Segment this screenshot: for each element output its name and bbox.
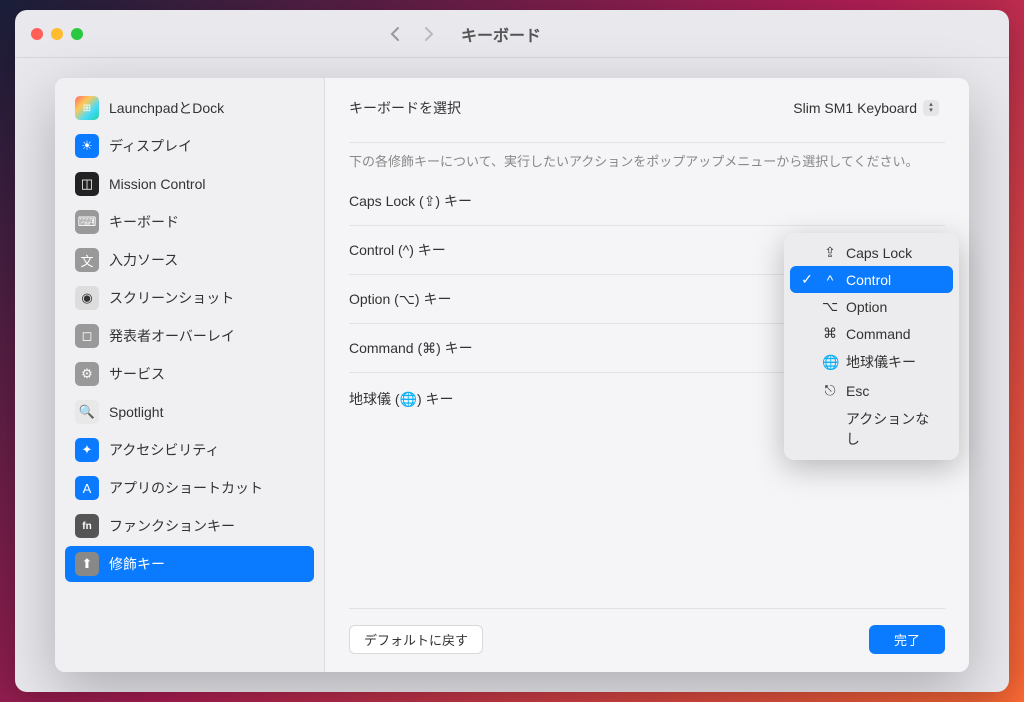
bottom-bar: デフォルトに戻す 完了 [349,608,945,654]
sidebar-item-label: 発表者オーバーレイ [109,326,235,346]
display-icon: ☀ [75,134,99,158]
sidebar-item-label: ファンクションキー [109,516,235,536]
sidebar-item-launchpad[interactable]: ⊞ LaunchpadとDock [65,90,314,126]
sidebar-item-label: アクセシビリティ [109,440,219,460]
spotlight-icon: 🔍 [75,400,99,424]
sidebar-item-label: 入力ソース [109,250,178,270]
traffic-lights [31,28,83,40]
window-title: キーボード [461,22,541,46]
input-source-icon: 文 [75,248,99,272]
sidebar-item-label: Mission Control [109,176,205,192]
popup-item-no-action[interactable]: アクションなし [790,404,953,454]
sidebar-item-label: アプリのショートカット [109,478,263,498]
mission-control-icon: ◫ [75,172,99,196]
sidebar-item-presenter-overlay[interactable]: ◻ 発表者オーバーレイ [65,318,314,354]
capslock-label: Caps Lock (⇪) キー [349,191,945,211]
command-symbol-icon: ⌘ [822,325,838,342]
sidebar-item-services[interactable]: ⚙ サービス [65,356,314,392]
sidebar-item-modifier-keys[interactable]: ⬆ 修飾キー [65,546,314,582]
esc-symbol-icon: ⎋ [822,382,838,399]
chevron-left-icon [390,26,400,42]
services-icon: ⚙ [75,362,99,386]
chevron-right-icon [424,26,434,42]
sidebar-item-spotlight[interactable]: 🔍 Spotlight [65,394,314,430]
help-text: 下の各修飾キーについて、実行したいアクションをポップアップメニューから選択してく… [349,143,945,177]
popup-item-label: Command [846,326,911,342]
control-symbol-icon: ^ [822,272,838,288]
modifier-key-icon: ⬆ [75,552,99,576]
sidebar: ⊞ LaunchpadとDock ☀ ディスプレイ ◫ Mission Cont… [55,78,325,672]
sidebar-item-function-keys[interactable]: fn ファンクションキー [65,508,314,544]
popup-item-label: Esc [846,383,869,399]
sidebar-item-label: ディスプレイ [109,136,192,156]
sidebar-item-screenshot[interactable]: ◉ スクリーンショット [65,280,314,316]
popup-item-label: アクションなし [846,409,943,449]
sidebar-item-label: Spotlight [109,404,163,420]
sidebar-item-label: スクリーンショット [109,288,234,308]
content-area: キーボードを選択 Slim SM1 Keyboard ▴▾ 下の各修飾キーについ… [325,78,969,672]
chevron-up-down-icon: ▴▾ [923,100,939,116]
reset-defaults-button[interactable]: デフォルトに戻す [349,625,483,654]
popup-item-esc[interactable]: ⎋ Esc [790,377,953,404]
sidebar-item-label: キーボード [109,212,179,232]
screenshot-icon: ◉ [75,286,99,310]
globe-symbol-icon: 🌐 [822,354,838,371]
popup-item-label: Option [846,299,887,315]
minimize-window-icon[interactable] [51,28,63,40]
close-window-icon[interactable] [31,28,43,40]
popup-item-label: Control [846,272,891,288]
presenter-icon: ◻ [75,324,99,348]
popup-item-label: 地球儀キー [846,352,916,372]
forward-button[interactable] [415,20,443,48]
settings-window: キーボード ⊞ LaunchpadとDock ☀ ディスプレイ ◫ Missio… [15,10,1009,692]
sidebar-item-label: サービス [109,364,165,384]
popup-item-option[interactable]: ⌥ Option [790,293,953,320]
titlebar: キーボード [15,10,1009,58]
nav-arrows [381,20,443,48]
app-shortcut-icon: A [75,476,99,500]
sidebar-item-display[interactable]: ☀ ディスプレイ [65,128,314,164]
capslock-symbol-icon: ⇪ [822,244,838,261]
keyboard-icon: ⌨ [75,210,99,234]
selected-keyboard-value: Slim SM1 Keyboard [793,100,917,116]
sidebar-item-label: 修飾キー [109,554,165,574]
modifier-keys-sheet: ⊞ LaunchpadとDock ☀ ディスプレイ ◫ Mission Cont… [55,78,969,672]
select-keyboard-label: キーボードを選択 [349,98,783,118]
sidebar-item-mission-control[interactable]: ◫ Mission Control [65,166,314,202]
sidebar-item-input-source[interactable]: 文 入力ソース [65,242,314,278]
sidebar-item-keyboard[interactable]: ⌨ キーボード [65,204,314,240]
globe-label: 地球儀 (🌐) キー [349,389,816,409]
capslock-row: Caps Lock (⇪) キー [349,177,945,226]
popup-item-command[interactable]: ⌘ Command [790,320,953,347]
modifier-popup-menu: ⇪ Caps Lock ✓ ^ Control ⌥ Option [784,233,959,460]
sidebar-item-label: LaunchpadとDock [109,98,224,118]
checkmark-icon: ✓ [800,271,814,288]
option-symbol-icon: ⌥ [822,298,838,315]
select-keyboard-row: キーボードを選択 Slim SM1 Keyboard ▴▾ [349,96,945,132]
keyboard-select[interactable]: Slim SM1 Keyboard ▴▾ [783,98,945,118]
sidebar-item-app-shortcut[interactable]: A アプリのショートカット [65,470,314,506]
sidebar-item-accessibility[interactable]: ✦ アクセシビリティ [65,432,314,468]
popup-item-label: Caps Lock [846,245,912,261]
launchpad-icon: ⊞ [75,96,99,120]
popup-item-globe[interactable]: 🌐 地球儀キー [790,347,953,377]
function-key-icon: fn [75,514,99,538]
back-button[interactable] [381,20,409,48]
done-button[interactable]: 完了 [869,625,945,654]
popup-item-capslock[interactable]: ⇪ Caps Lock [790,239,953,266]
popup-item-control[interactable]: ✓ ^ Control [790,266,953,293]
body-area: ⊞ LaunchpadとDock ☀ ディスプレイ ◫ Mission Cont… [15,58,1009,692]
maximize-window-icon[interactable] [71,28,83,40]
accessibility-icon: ✦ [75,438,99,462]
